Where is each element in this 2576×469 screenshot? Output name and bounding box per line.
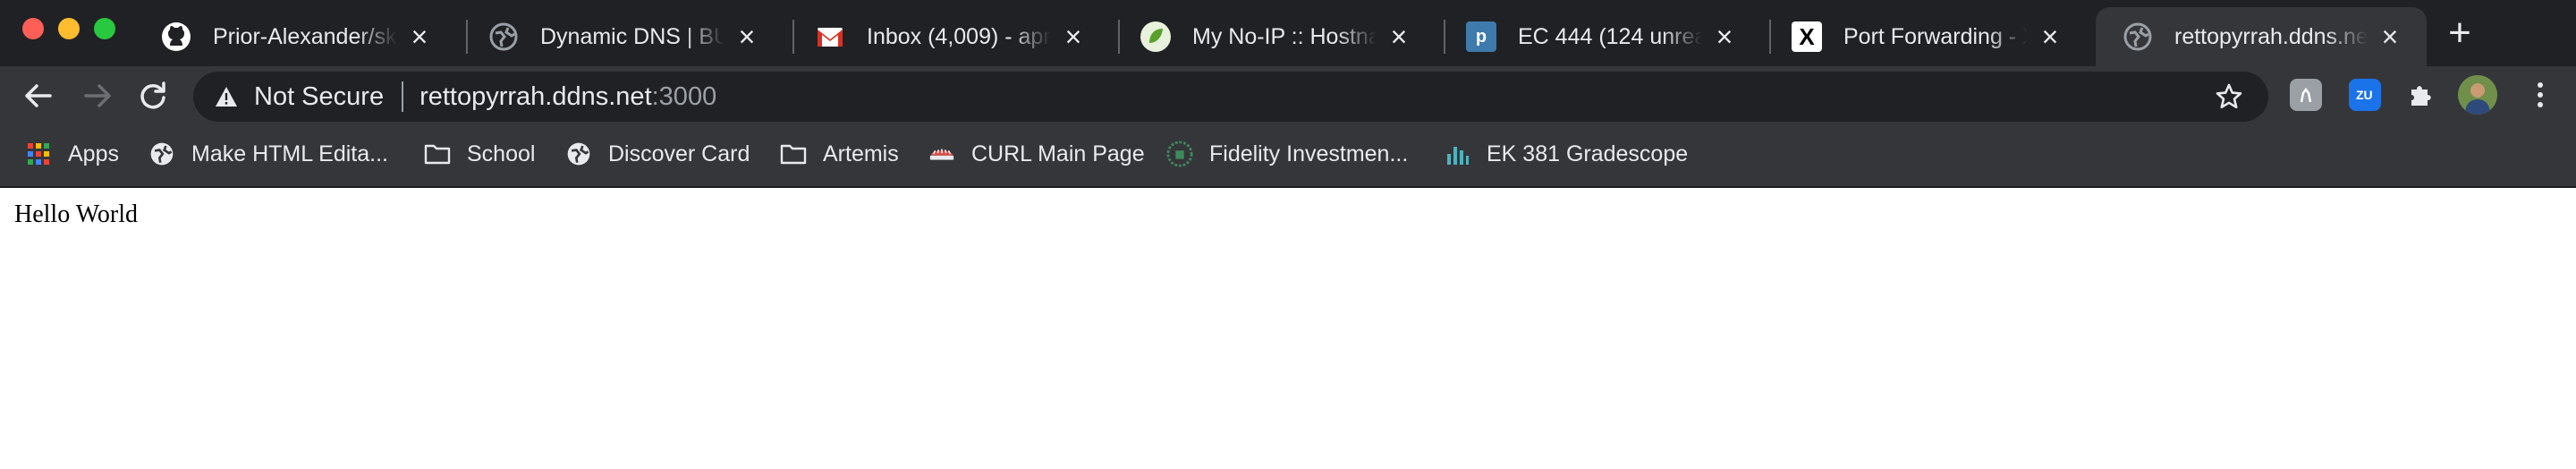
globe-icon	[148, 141, 175, 167]
gradescope-icon	[1444, 141, 1470, 167]
tab-gmail[interactable]: Inbox (4,009) - apricot ×	[788, 7, 1110, 66]
tab-title: Inbox (4,009) - apricot	[867, 23, 1051, 49]
tab-noip[interactable]: My No-IP :: Hostnames ×	[1114, 7, 1436, 66]
folder-icon	[780, 141, 807, 167]
close-icon[interactable]: ×	[733, 22, 760, 51]
bookmark-label: Artemis	[823, 141, 899, 166]
bookmark-label: Apps	[68, 141, 119, 166]
piazza-icon: p	[1466, 21, 1496, 52]
tab-dynamic-dns[interactable]: Dynamic DNS | BU Eng ×	[462, 7, 784, 66]
profile-avatar[interactable]	[2458, 75, 2497, 115]
bookmark-discover-card[interactable]: Discover Card	[565, 134, 750, 174]
bookmark-label: Fidelity Investmen...	[1209, 141, 1409, 166]
bookmark-curl-main-page[interactable]: CURL Main Page	[928, 134, 1145, 174]
zu-extension-icon[interactable]: ZU	[2349, 79, 2381, 111]
close-icon[interactable]: ×	[2037, 22, 2063, 51]
bookmark-label: Make HTML Edita...	[191, 141, 388, 166]
tab-title: EC 444 (124 unread)	[1518, 23, 1702, 49]
tab-title: Prior-Alexander/skills	[213, 23, 397, 49]
bookmarks-bar: Apps Make HTML Edita... School Discover …	[0, 134, 2576, 174]
browser-chrome: Prior-Alexander/skills × Dynamic DNS | B…	[0, 0, 2576, 188]
security-status-label[interactable]: Not Secure	[254, 82, 384, 112]
tab-piazza[interactable]: p EC 444 (124 unread) ×	[1439, 7, 1761, 66]
warning-icon[interactable]	[211, 86, 242, 107]
xfinity-icon: X	[1792, 21, 1822, 52]
tab-title: My No-IP :: Hostnames	[1192, 23, 1377, 49]
curl-icon	[928, 141, 955, 167]
address-bar[interactable]: Not Secure rettopyrrah.ddns.net :3000	[193, 72, 2268, 122]
new-tab-button[interactable]: +	[2442, 13, 2478, 53]
apps-grid-icon	[25, 141, 52, 167]
bookmark-artemis[interactable]: Artemis	[780, 134, 899, 174]
tab-title: rettopyrrah.ddns.net:3000	[2174, 23, 2368, 49]
close-icon[interactable]: ×	[1711, 22, 1738, 51]
bookmark-make-html-editable[interactable]: Make HTML Edita...	[148, 134, 388, 174]
android-extension-icon[interactable]	[2290, 79, 2322, 111]
tab-title: Dynamic DNS | BU Eng	[540, 23, 724, 49]
bookmark-label: Discover Card	[608, 141, 750, 166]
globe-icon	[488, 21, 519, 52]
back-arrow-icon	[25, 84, 52, 107]
bookmark-label: EK 381 Gradescope	[1487, 141, 1689, 166]
bookmark-ek381-gradescope[interactable]: EK 381 Gradescope	[1444, 134, 1688, 174]
url-port: :3000	[651, 81, 717, 111]
puzzle-extensions-icon[interactable]	[2404, 79, 2436, 111]
page-body-text: Hello World	[14, 200, 138, 228]
menu-kebab-icon[interactable]	[2524, 79, 2556, 111]
globe-icon	[2123, 21, 2153, 52]
fidelity-icon	[1166, 141, 1193, 167]
folder-icon	[424, 141, 451, 167]
forward-arrow-icon	[84, 84, 111, 107]
globe-icon	[565, 141, 592, 167]
url-host: rettopyrrah.ddns.net	[419, 81, 652, 111]
zoom-window-button[interactable]	[94, 18, 115, 39]
forward-button[interactable]	[77, 75, 118, 116]
reload-icon	[140, 81, 165, 109]
svg-text:ZU: ZU	[2356, 88, 2373, 102]
close-window-button[interactable]	[22, 18, 44, 39]
bookmark-apps[interactable]: Apps	[25, 134, 119, 174]
tab-active-rettopyrrah[interactable]: rettopyrrah.ddns.net:3000 ×	[2096, 7, 2427, 66]
bookmark-label: School	[467, 141, 536, 166]
tab-title: Port Forwarding - Xfinity	[1843, 23, 2028, 49]
bookmark-star-icon[interactable]	[2215, 82, 2243, 115]
noip-icon	[1140, 21, 1171, 52]
close-icon[interactable]: ×	[2377, 22, 2403, 51]
gmail-icon	[815, 21, 845, 52]
close-icon[interactable]: ×	[1385, 22, 1412, 51]
close-icon[interactable]: ×	[406, 22, 433, 51]
tab-github[interactable]: Prior-Alexander/skills ×	[134, 7, 456, 66]
bookmark-school[interactable]: School	[424, 134, 535, 174]
toolbar-border	[0, 186, 2576, 188]
back-button[interactable]	[18, 75, 59, 116]
bookmark-label: CURL Main Page	[971, 141, 1145, 166]
bookmark-fidelity-investments[interactable]: Fidelity Investmen...	[1166, 134, 1408, 174]
github-icon	[161, 21, 191, 52]
close-icon[interactable]: ×	[1060, 22, 1087, 51]
tab-port-forwarding[interactable]: X Port Forwarding - Xfinity ×	[1765, 7, 2087, 66]
minimize-window-button[interactable]	[58, 18, 80, 39]
reload-button[interactable]	[132, 75, 174, 116]
address-divider	[402, 81, 404, 112]
